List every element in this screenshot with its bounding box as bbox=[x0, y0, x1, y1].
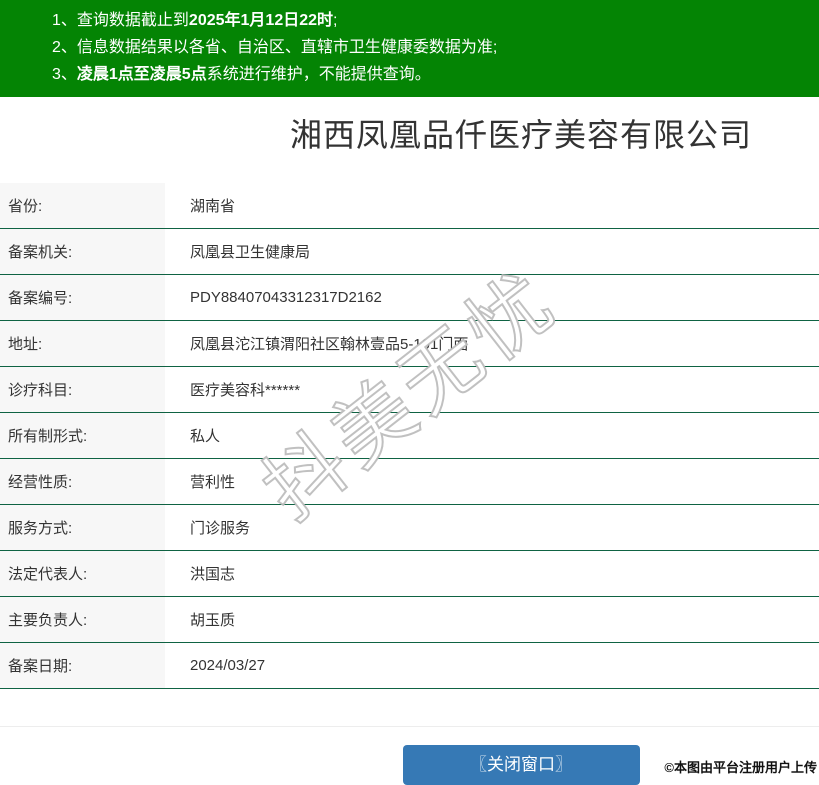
copyright-notice: ©本图由平台注册用户上传 bbox=[664, 760, 817, 775]
row-label: 所有制形式: bbox=[0, 413, 165, 458]
notice-line-2: 2、信息数据结果以各省、自治区、直辖市卫生健康委数据为准; bbox=[52, 34, 809, 61]
close-window-button[interactable]: 〖关闭窗口〗 bbox=[402, 745, 640, 785]
row-label: 经营性质: bbox=[0, 459, 165, 504]
notice-line-3: 3、凌晨1点至凌晨5点系统进行维护，不能提供查询。 bbox=[52, 61, 809, 88]
notice-banner: 1、查询数据截止到2025年1月12日22时; 2、信息数据结果以各省、自治区、… bbox=[0, 0, 819, 97]
row-value: 私人 bbox=[190, 428, 221, 445]
row-label: 省份: bbox=[0, 183, 165, 228]
page-title: 湘西凤凰品仟医疗美容有限公司 bbox=[289, 117, 752, 153]
table-row-ownership-type: 所有制形式: 私人 bbox=[0, 413, 819, 459]
notice-2-text: 信息数据结果以各省、自治区、直辖市卫生健康委数据为准; bbox=[76, 39, 498, 56]
notice-3-bold: 凌晨1点至凌晨5点 bbox=[76, 66, 207, 83]
row-value: 2024/03/27 bbox=[190, 657, 266, 674]
title-container: 湘西凤凰品仟医疗美容有限公司 bbox=[0, 111, 819, 159]
table-row-filing-number: 备案编号: PDY88407043312317D2162 bbox=[0, 275, 819, 321]
notice-1-bold: 2025年1月12日22时 bbox=[188, 12, 334, 29]
row-value: 湖南省 bbox=[190, 198, 236, 215]
notice-3-number: 3、 bbox=[52, 66, 77, 83]
row-value: PDY88407043312317D2162 bbox=[190, 289, 382, 306]
table-row-province: 省份: 湖南省 bbox=[0, 183, 819, 229]
row-label: 备案日期: bbox=[0, 643, 165, 688]
row-value: 门诊服务 bbox=[190, 520, 251, 537]
row-value: 医疗美容科****** bbox=[190, 382, 301, 399]
row-label: 主要负责人: bbox=[0, 597, 165, 642]
row-label: 地址: bbox=[0, 321, 165, 366]
table-row-person-in-charge: 主要负责人: 胡玉质 bbox=[0, 597, 819, 643]
table-row-filing-date: 备案日期: 2024/03/27 bbox=[0, 643, 819, 689]
row-label: 备案编号: bbox=[0, 275, 165, 320]
table-row-treatment-subjects: 诊疗科目: 医疗美容科****** bbox=[0, 367, 819, 413]
row-label: 诊疗科目: bbox=[0, 367, 165, 412]
table-row-legal-representative: 法定代表人: 洪国志 bbox=[0, 551, 819, 597]
row-label: 备案机关: bbox=[0, 229, 165, 274]
table-row-filing-authority: 备案机关: 凤凰县卫生健康局 bbox=[0, 229, 819, 275]
notice-1-text: 查询数据截止到 bbox=[76, 12, 189, 29]
row-value: 凤凰县沱江镇渭阳社区翰林壹品5-101门面 bbox=[190, 336, 469, 353]
row-value: 胡玉质 bbox=[190, 612, 236, 629]
notice-1-suffix: ; bbox=[333, 12, 338, 29]
table-row-service-mode: 服务方式: 门诊服务 bbox=[0, 505, 819, 551]
row-value: 营利性 bbox=[190, 474, 236, 491]
footer-divider bbox=[0, 726, 819, 727]
row-label: 法定代表人: bbox=[0, 551, 165, 596]
notice-2-number: 2、 bbox=[52, 39, 77, 56]
notice-line-1: 1、查询数据截止到2025年1月12日22时; bbox=[52, 7, 809, 34]
notice-1-number: 1、 bbox=[52, 12, 77, 29]
row-label: 服务方式: bbox=[0, 505, 165, 550]
table-row-business-nature: 经营性质: 营利性 bbox=[0, 459, 819, 505]
row-value: 凤凰县卫生健康局 bbox=[190, 244, 311, 261]
registration-info-table: 省份: 湖南省 备案机关: 凤凰县卫生健康局 备案编号: PDY88407043… bbox=[0, 183, 819, 689]
row-value: 洪国志 bbox=[190, 566, 236, 583]
notice-3-suffix: 系统进行维护，不能提供查询。 bbox=[206, 66, 431, 83]
table-row-address: 地址: 凤凰县沱江镇渭阳社区翰林壹品5-101门面 bbox=[0, 321, 819, 367]
